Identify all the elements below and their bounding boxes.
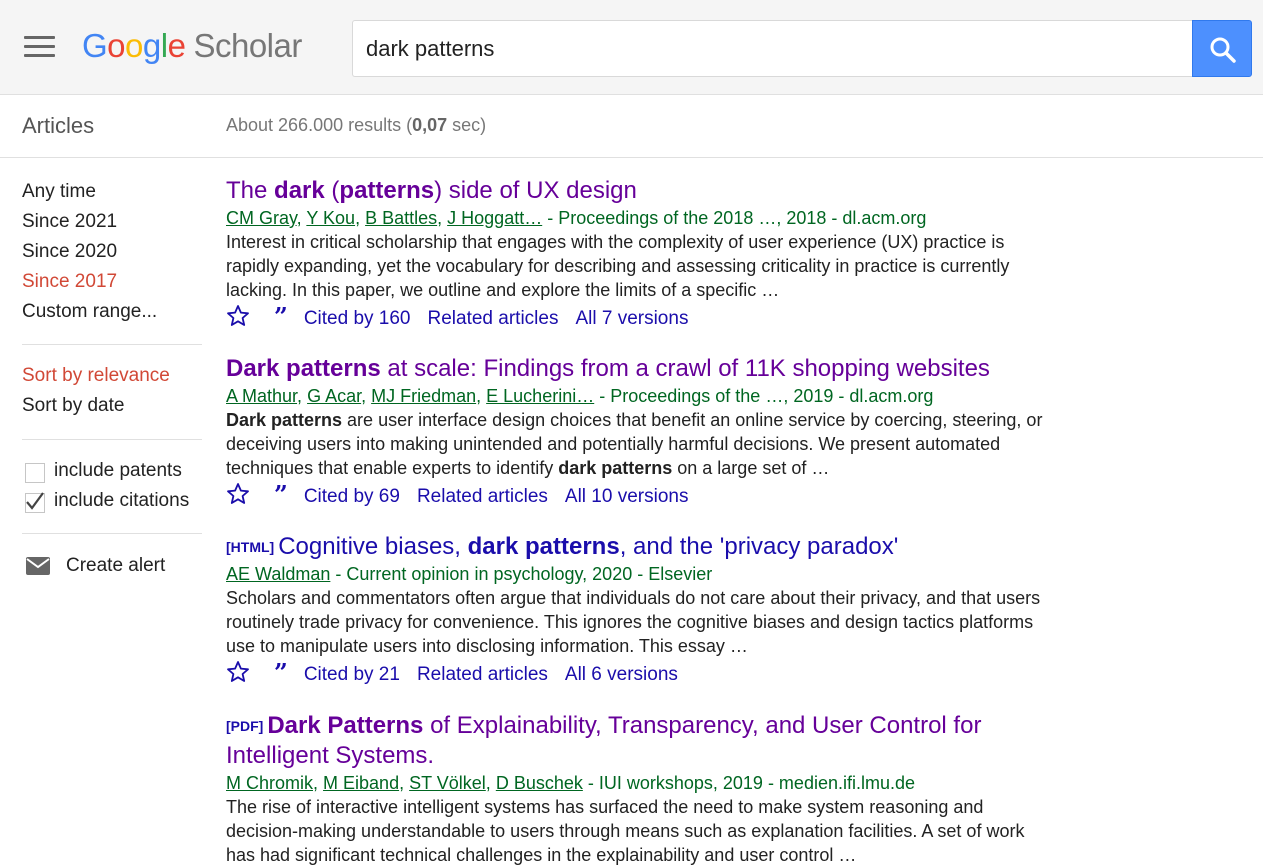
- result-title-text[interactable]: Dark patterns at scale: Findings from a …: [226, 355, 990, 382]
- sort-by-date[interactable]: Sort by date: [22, 395, 124, 417]
- related-articles-link[interactable]: Related articles: [428, 308, 559, 329]
- author-link[interactable]: M Eiband: [323, 773, 399, 793]
- result-title-link[interactable]: [PDF] Dark Patterns of Explainability, Tr…: [226, 711, 1056, 771]
- author-link[interactable]: J Hoggatt…: [447, 208, 542, 228]
- result-snippet: Interest in critical scholarship that en…: [226, 232, 1010, 300]
- all-versions-link[interactable]: All 6 versions: [565, 664, 678, 685]
- create-alert-link[interactable]: Create alert: [66, 555, 165, 577]
- result-source: - Current opinion in psychology, 2020 - …: [330, 564, 713, 584]
- author-link[interactable]: AE Waldman: [226, 564, 330, 584]
- filter-since-2020[interactable]: Since 2020: [22, 241, 117, 263]
- save-star-icon[interactable]: [226, 304, 250, 328]
- result-snippet: The rise of interactive intelligent syst…: [226, 797, 1025, 865]
- include-patents-checkbox[interactable]: [25, 463, 45, 483]
- result-title-text[interactable]: The dark (patterns) side of UX design: [226, 177, 637, 204]
- result-title-link[interactable]: The dark (patterns) side of UX design: [226, 176, 1056, 206]
- result-actions: ” Cited by 69 Related articles All 10 versi…: [226, 480, 1056, 510]
- search-result: The dark (patterns) side of UX design CM …: [226, 176, 1056, 332]
- cited-by-link[interactable]: Cited by 69: [304, 486, 400, 507]
- author-link[interactable]: CM Gray: [226, 208, 297, 228]
- google-scholar-logo[interactable]: Google Scholar: [82, 26, 302, 66]
- result-source: - Proceedings of the 2018 …, 2018 - dl.a…: [542, 208, 927, 228]
- author-link[interactable]: B Battles: [365, 208, 437, 228]
- result-title-link[interactable]: Dark patterns at scale: Findings from a …: [226, 354, 1056, 384]
- result-source: - IUI workshops, 2019 - medien.ifi.lmu.d…: [582, 773, 915, 793]
- result-title-text[interactable]: Dark Patterns of Explainability, Transpa…: [226, 712, 981, 769]
- all-versions-link[interactable]: All 7 versions: [575, 308, 688, 329]
- result-actions: ” Cited by 21 Related articles All 6 versio…: [226, 658, 1056, 688]
- result-source: - Proceedings of the …, 2019 - dl.acm.or…: [594, 386, 934, 406]
- author-link[interactable]: E Lucherini…: [486, 386, 594, 406]
- divider: [22, 533, 202, 534]
- filter-since-2021[interactable]: Since 2021: [22, 211, 117, 233]
- related-articles-link[interactable]: Related articles: [417, 486, 548, 507]
- checkmark-icon: [26, 492, 44, 510]
- divider: [22, 439, 202, 440]
- author-link[interactable]: ST Völkel: [409, 773, 486, 793]
- result-snippet: Scholars and commentators often argue th…: [226, 588, 1041, 656]
- search-icon: [1210, 37, 1236, 63]
- result-title-text[interactable]: Cognitive biases, dark patterns, and the…: [278, 533, 898, 560]
- author-link[interactable]: MJ Friedman: [371, 386, 476, 406]
- result-meta: AE Waldman - Current opinion in psycholo…: [226, 562, 1056, 586]
- cited-by-link[interactable]: Cited by 21: [304, 664, 400, 685]
- cite-quote-icon[interactable]: ”: [274, 658, 288, 688]
- include-patents-label[interactable]: include patents: [54, 460, 182, 482]
- cite-quote-icon[interactable]: ”: [274, 480, 288, 510]
- author-link[interactable]: M Chromik: [226, 773, 313, 793]
- result-meta: M Chromik, M Eiband, ST Völkel, D Busche…: [226, 773, 915, 793]
- result-actions: ” Cited by 160 Related articles All 7 versi…: [226, 302, 1056, 332]
- filter-custom-range[interactable]: Custom range...: [22, 301, 157, 323]
- results-subheader: Articles About 266.000 results (0,07 sec…: [0, 96, 1263, 158]
- sort-by-relevance[interactable]: Sort by relevance: [22, 365, 170, 387]
- search-input[interactable]: [353, 21, 1193, 76]
- author-link[interactable]: Y Kou: [306, 208, 355, 228]
- author-link[interactable]: D Buschek: [496, 773, 583, 793]
- hamburger-menu-icon[interactable]: [24, 36, 55, 58]
- cite-quote-icon[interactable]: ”: [274, 302, 288, 332]
- file-type-tag: [PDF]: [226, 718, 264, 734]
- mail-icon[interactable]: [26, 557, 50, 575]
- all-versions-link[interactable]: All 10 versions: [565, 486, 689, 507]
- header: Google Scholar: [0, 0, 1263, 95]
- save-star-icon[interactable]: [226, 482, 250, 506]
- file-type-tag: [HTML]: [226, 539, 275, 555]
- filter-any-time[interactable]: Any time: [22, 181, 96, 203]
- result-title-link[interactable]: [HTML] Cognitive biases, dark patterns, a…: [226, 532, 1056, 562]
- save-star-icon[interactable]: [226, 660, 250, 684]
- search-result: [PDF] Dark Patterns of Explainability, Tr…: [226, 711, 1056, 867]
- related-articles-link[interactable]: Related articles: [417, 664, 548, 685]
- search-button[interactable]: [1192, 20, 1252, 77]
- include-citations-checkbox[interactable]: [25, 492, 45, 513]
- author-link[interactable]: G Acar: [307, 386, 361, 406]
- results-count: About 266.000 results (0,07 sec): [226, 115, 487, 135]
- result-meta: CM Gray, Y Kou, B Battles, J Hoggatt… - …: [226, 208, 927, 228]
- articles-label: Articles: [22, 113, 95, 138]
- cited-by-link[interactable]: Cited by 160: [304, 308, 411, 329]
- filter-since-2017[interactable]: Since 2017: [22, 271, 117, 293]
- author-link[interactable]: A Mathur: [226, 386, 297, 406]
- result-meta: A Mathur, G Acar, MJ Friedman, E Lucheri…: [226, 386, 934, 406]
- divider: [22, 344, 202, 345]
- search-result: Dark patterns at scale: Findings from a …: [226, 354, 1056, 510]
- result-snippet: Dark patterns are user interface design …: [226, 410, 1043, 478]
- search-result: [HTML] Cognitive biases, dark patterns, a…: [226, 532, 1056, 688]
- include-citations-label[interactable]: include citations: [54, 490, 189, 512]
- search-field[interactable]: [352, 20, 1193, 77]
